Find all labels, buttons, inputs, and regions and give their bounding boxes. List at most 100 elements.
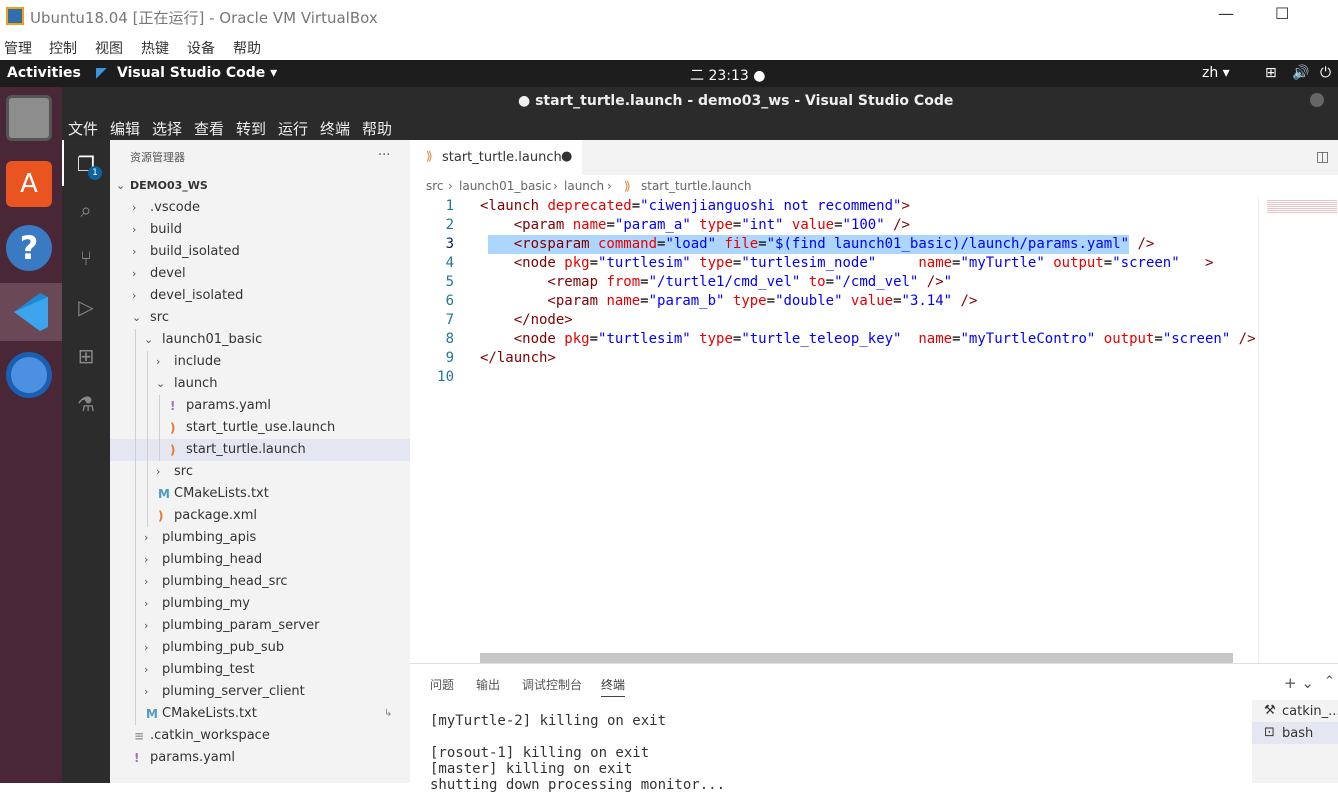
source-control-icon[interactable]: ⑂ (74, 246, 98, 270)
breadcrumb: src › launch01_basic › launch › ⟫ start_… (410, 175, 1338, 197)
split-editor-icon[interactable]: ◫ (1316, 149, 1329, 165)
help-icon[interactable]: ? (6, 225, 52, 271)
window-minimize-icon[interactable] (1310, 93, 1324, 107)
line-number: 10 (437, 369, 454, 385)
tree-folder[interactable]: › plumbing_test (110, 659, 410, 681)
chevron-right-icon: › (132, 201, 137, 214)
chevron-right-icon: › (144, 553, 149, 566)
extensions-icon[interactable]: ⊞ (74, 344, 98, 368)
tree-folder[interactable]: › plumbing_pub_sub (110, 637, 410, 659)
tree-item-label: devel_isolated (150, 288, 244, 303)
vbox-menu-item[interactable]: 管理 (4, 38, 32, 58)
software-center-icon[interactable]: A (6, 161, 52, 207)
tab-output[interactable]: 输出 (476, 676, 500, 693)
tree-file[interactable]: ) start_turtle_use.launch (110, 417, 410, 439)
tree-file[interactable]: M CMakeLists.txt (110, 483, 410, 505)
tree-folder[interactable]: › build (110, 219, 410, 241)
unsaved-dot[interactable]: ● (561, 149, 572, 164)
editor-tab-start-turtle[interactable]: ⟫ start_turtle.launch ● (410, 140, 582, 175)
network-icon[interactable]: ⊞ (1265, 65, 1277, 81)
maximize-panel-icon[interactable]: ⌃ (1324, 674, 1335, 689)
menu-file[interactable]: 文件 (68, 118, 98, 139)
chromium-icon[interactable] (6, 352, 52, 398)
clock[interactable]: 二 23:13 ● (690, 65, 765, 85)
vbox-menu-item[interactable]: 帮助 (233, 38, 261, 58)
tree-item-label: launch (174, 376, 218, 391)
breadcrumb-item[interactable]: launch01_basic (459, 179, 552, 193)
tree-folder[interactable]: › .vscode (110, 197, 410, 219)
indent-guide (159, 439, 160, 461)
files-icon[interactable] (6, 95, 52, 141)
run-debug-icon[interactable]: ▷ (74, 295, 98, 319)
minimize-button[interactable]: — (1218, 4, 1234, 23)
app-menu[interactable]: Visual Studio Code ▾ (117, 65, 277, 81)
vbox-title-bar: Ubuntu18.04 [正在运行] - Oracle VM VirtualBo… (0, 0, 1338, 34)
code-line: <node pkg="turtlesim" type="turtle_teleo… (480, 331, 1256, 347)
tree-item-label: pluming_server_client (162, 684, 305, 699)
vbox-menu-item[interactable]: 热键 (141, 38, 169, 58)
tree-file[interactable]: ≡ .catkin_workspace (110, 725, 410, 747)
tree-folder[interactable]: › pluming_server_client (110, 681, 410, 703)
activities-button[interactable]: Activities (7, 65, 81, 81)
chevron-right-icon: › (132, 289, 137, 302)
menu-edit[interactable]: 编辑 (110, 118, 140, 139)
horizontal-scrollbar[interactable] (480, 653, 1233, 663)
terminal-entry[interactable]: ⚒ catkin_... (1252, 700, 1338, 722)
tree-file[interactable]: ) start_turtle.launch (110, 439, 410, 461)
menu-view[interactable]: 查看 (194, 118, 224, 139)
tree-folder[interactable]: › devel_isolated (110, 285, 410, 307)
menu-terminal[interactable]: 终端 (320, 118, 350, 139)
indent-guide (135, 505, 136, 527)
tree-folder[interactable]: › build_isolated (110, 241, 410, 263)
menu-select[interactable]: 选择 (152, 118, 182, 139)
vbox-menu-item[interactable]: 设备 (187, 38, 215, 58)
tree-file[interactable]: ! params.yaml (110, 395, 410, 417)
tree-file[interactable]: ) package.xml (110, 505, 410, 527)
tree-item-label: include (174, 354, 222, 369)
tree-item-label: start_turtle_use.launch (186, 420, 336, 435)
file-type-icon: ) (170, 443, 176, 457)
terminal-line: [myTurtle-2] killing on exit (430, 713, 667, 729)
code-view[interactable]: 1 2 3 4 5 6 7 8 9 10 <launch deprecated=… (410, 197, 1258, 653)
search-icon[interactable]: ⌕ (74, 198, 98, 222)
code-line: <launch deprecated="ciwenjianguoshi not … (480, 198, 910, 214)
workspace-root[interactable]: ⌄ DEMO03_WS (110, 175, 410, 197)
vbox-menu-item[interactable]: 视图 (95, 38, 123, 58)
tree-folder[interactable]: ⌄ launch (110, 373, 410, 395)
tree-folder[interactable]: › plumbing_head_src (110, 571, 410, 593)
volume-icon[interactable]: 🔊 (1292, 65, 1309, 81)
tab-terminal[interactable]: 终端 (601, 676, 626, 697)
chevron-right-icon: › (132, 245, 137, 258)
breadcrumb-item[interactable]: launch (564, 179, 604, 193)
maximize-button[interactable]: ☐ (1275, 4, 1289, 23)
tree-item-label: package.xml (174, 508, 257, 523)
breadcrumb-sep: › (448, 179, 453, 193)
tree-folder[interactable]: › plumbing_apis (110, 527, 410, 549)
tab-problems[interactable]: 问题 (430, 676, 454, 693)
new-terminal-icon[interactable]: + ⌄ (1284, 674, 1314, 692)
language-indicator[interactable]: zh ▾ (1202, 65, 1230, 81)
more-actions-icon[interactable]: ··· (378, 148, 390, 163)
breadcrumb-item[interactable]: src (426, 179, 444, 193)
tab-debug-console[interactable]: 调试控制台 (522, 676, 582, 693)
terminal-entry[interactable]: ⊡ bash (1252, 722, 1338, 744)
tree-folder[interactable]: ⌄ launch01_basic (110, 329, 410, 351)
breadcrumb-item[interactable]: start_turtle.launch (641, 179, 752, 193)
power-icon[interactable]: ⏻ (1320, 65, 1331, 81)
menu-help[interactable]: 帮助 (362, 118, 392, 139)
tree-file[interactable]: M CMakeLists.txt (110, 703, 410, 725)
tree-folder[interactable]: › plumbing_my (110, 593, 410, 615)
tree-file[interactable]: ! params.yaml (110, 747, 410, 769)
tree-folder[interactable]: › devel (110, 263, 410, 285)
tree-folder[interactable]: › include (110, 351, 410, 373)
tree-folder[interactable]: › plumbing_head (110, 549, 410, 571)
vscode-dock-icon[interactable] (0, 283, 62, 341)
tree-folder[interactable]: ⌄ src (110, 307, 410, 329)
menu-run[interactable]: 运行 (278, 118, 308, 139)
menu-goto[interactable]: 转到 (236, 118, 266, 139)
tree-folder[interactable]: › src (110, 461, 410, 483)
minimap[interactable] (1258, 197, 1338, 663)
testing-icon[interactable]: ⚗ (74, 392, 98, 416)
vbox-menu-item[interactable]: 控制 (49, 38, 77, 58)
tree-folder[interactable]: › plumbing_param_server (110, 615, 410, 637)
